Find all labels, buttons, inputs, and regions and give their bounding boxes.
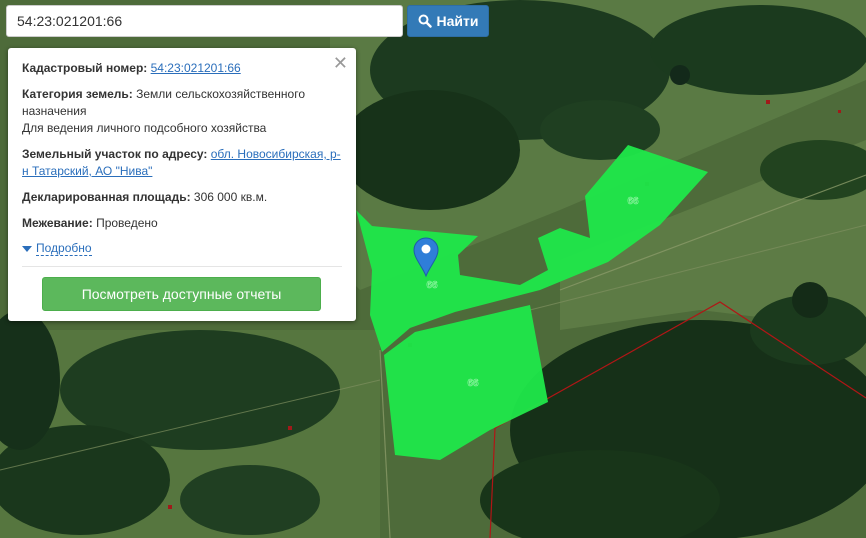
address-row: Земельный участок по адресу: обл. Новоси… <box>22 146 342 180</box>
parcel-label: 66 <box>627 196 639 207</box>
area-row: Декларированная площадь: 306 000 кв.м. <box>22 189 342 206</box>
cadastral-number-row: Кадастровый номер: 54:23:021201:66 <box>22 60 342 77</box>
parcel-info-popup: ✕ Кадастровый номер: 54:23:021201:66 Кат… <box>8 48 356 321</box>
search-icon <box>418 14 432 28</box>
land-category-label: Категория земель: <box>22 87 133 101</box>
area-value: 306 000 кв.м. <box>193 190 268 204</box>
search-input[interactable] <box>6 5 403 37</box>
parcel-label: 66 <box>426 280 438 291</box>
land-category-row: Категория земель: Земли сельскохозяйстве… <box>22 86 342 137</box>
survey-value: Проведено <box>96 216 158 230</box>
parcel-label: 66 <box>467 378 479 389</box>
address-label: Земельный участок по адресу: <box>22 147 208 161</box>
close-icon[interactable]: ✕ <box>333 54 348 72</box>
details-toggle[interactable]: Подробно <box>22 241 342 256</box>
cadastral-number-label: Кадастровый номер: <box>22 61 148 75</box>
search-button[interactable]: Найти <box>407 5 489 37</box>
view-reports-button[interactable]: Посмотреть доступные отчеты <box>42 277 321 311</box>
survey-row: Межевание: Проведено <box>22 215 342 232</box>
divider <box>22 266 342 267</box>
search-button-label: Найти <box>436 13 479 29</box>
cadastral-number-link[interactable]: 54:23:021201:66 <box>151 61 241 75</box>
area-label: Декларированная площадь: <box>22 190 191 204</box>
details-toggle-label: Подробно <box>36 241 92 256</box>
triangle-down-icon <box>22 245 32 252</box>
survey-label: Межевание: <box>22 216 93 230</box>
map-canvas[interactable]: 66 66 66 Найти ✕ Кадастровый номер: 54:2… <box>0 0 866 538</box>
land-use-value: Для ведения личного подсобного хозяйства <box>22 121 267 135</box>
